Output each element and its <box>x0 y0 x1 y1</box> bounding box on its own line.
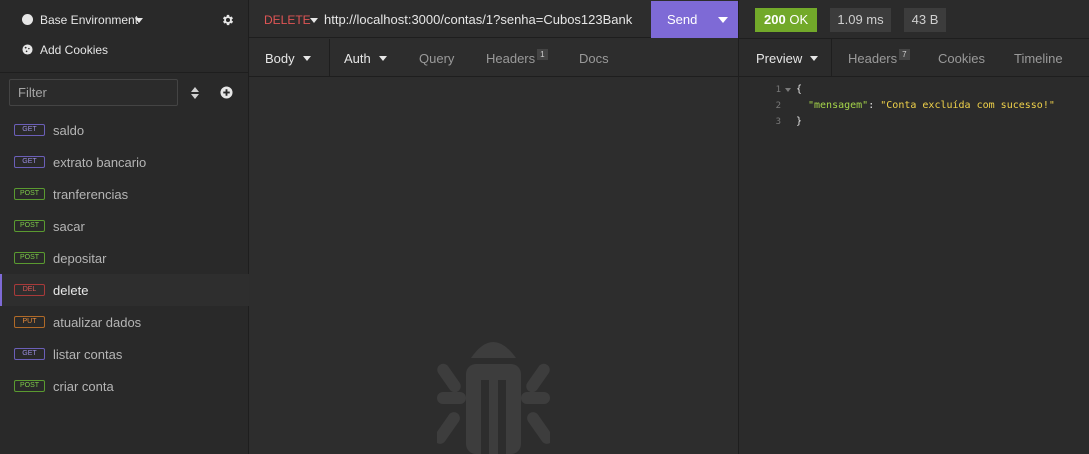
json-key: "mensagem" <box>808 100 869 111</box>
code-line: 3 } <box>739 114 1089 130</box>
status-text: OK <box>789 12 809 27</box>
tab-docs[interactable]: Docs <box>579 51 609 66</box>
tab-headers[interactable]: Headers 1 <box>486 49 548 66</box>
tab-body[interactable]: Body <box>265 51 311 66</box>
json-separator: : <box>868 100 881 111</box>
method-badge: POST <box>14 380 45 392</box>
tab-preview-label: Preview <box>756 51 803 66</box>
sidebar-request-item[interactable]: PUT atualizar dados <box>0 306 249 338</box>
response-size-badge: 43 B <box>904 8 946 32</box>
status-code: 200 <box>764 12 786 27</box>
sidebar-request-item[interactable]: POST tranferencias <box>0 178 249 210</box>
tab-response-headers[interactable]: Headers 7 <box>848 49 910 66</box>
tab-cookies[interactable]: Cookies <box>938 51 985 66</box>
plus-circle-icon[interactable] <box>220 86 233 99</box>
chevron-down-icon <box>810 56 819 62</box>
send-label: Send <box>667 12 698 27</box>
method-badge: POST <box>14 188 45 200</box>
sidebar-request-item[interactable]: POST criar conta <box>0 370 249 402</box>
line-number: 3 <box>775 117 781 127</box>
sidebar: Base Environment Add Cookies GETsaldoGET… <box>0 0 249 454</box>
request-name: atualizar dados <box>53 314 142 330</box>
environment-label[interactable]: Base Environment <box>40 13 138 27</box>
request-name: depositar <box>53 250 107 266</box>
sidebar-request-item[interactable]: GET saldo <box>0 114 249 146</box>
status-badge: 200 OK <box>755 8 817 32</box>
bug-icon <box>437 342 550 454</box>
response-body-viewer[interactable]: 1 { 2 "mensagem": "Conta excluída com su… <box>739 82 1089 130</box>
method-badge: GET <box>14 156 45 168</box>
url-bar: DELETE http://localhost:3000/contas/1?se… <box>249 0 738 38</box>
line-number: 2 <box>775 101 781 111</box>
sidebar-request-item[interactable]: DEL delete <box>0 274 249 306</box>
sidebar-request-item[interactable]: POST depositar <box>0 242 249 274</box>
tab-divider <box>831 39 832 77</box>
tab-response-headers-label: Headers <box>848 51 898 66</box>
response-pane: 200 OK 1.09 ms 43 B Preview Headers 7 Coo… <box>738 0 1089 454</box>
tab-query[interactable]: Query <box>419 51 454 66</box>
gear-icon[interactable] <box>221 13 235 27</box>
chevron-down-icon[interactable] <box>310 18 318 23</box>
tab-preview[interactable]: Preview <box>756 51 819 66</box>
json-value: "Conta excluída com sucesso!" <box>880 100 1055 111</box>
method-badge: POST <box>14 252 45 264</box>
environment-selector[interactable]: Base Environment <box>0 0 249 40</box>
tab-auth-label: Auth <box>344 51 371 66</box>
send-options-chevron-icon[interactable] <box>718 17 728 23</box>
request-name: sacar <box>53 218 85 234</box>
request-name: delete <box>53 282 89 298</box>
response-tabs: Preview Headers 7 Cookies Timeline <box>739 39 1089 77</box>
chevron-down-icon <box>302 56 311 62</box>
json-pair: "mensagem": "Conta excluída com sucesso!… <box>808 98 1055 114</box>
tab-timeline[interactable]: Timeline <box>1014 51 1063 66</box>
tab-divider <box>329 39 330 77</box>
add-cookies-button[interactable]: Add Cookies <box>0 40 249 62</box>
code-line: 1 { <box>739 82 1089 98</box>
add-cookies-label: Add Cookies <box>40 43 109 57</box>
sidebar-request-item[interactable]: GET extrato bancario <box>0 146 249 178</box>
json-brace-close: } <box>796 116 803 127</box>
json-brace-open: { <box>796 84 803 95</box>
sort-icon[interactable] <box>190 86 200 100</box>
response-meta-bar: 200 OK 1.09 ms 43 B <box>739 0 1089 39</box>
tab-auth[interactable]: Auth <box>344 51 387 66</box>
sidebar-divider <box>0 72 249 73</box>
method-badge: PUT <box>14 316 45 328</box>
request-name: listar contas <box>53 346 123 362</box>
cookie-icon <box>22 44 33 55</box>
line-number: 1 <box>775 85 781 95</box>
request-name: criar conta <box>53 378 114 394</box>
fold-arrow-icon[interactable] <box>785 88 791 92</box>
headers-count-badge: 1 <box>537 49 548 60</box>
send-button[interactable]: Send <box>651 1 738 38</box>
method-badge: DEL <box>14 284 45 296</box>
tab-headers-label: Headers <box>486 51 536 66</box>
method-badge: GET <box>14 348 45 360</box>
chevron-down-icon <box>378 56 387 62</box>
method-badge: POST <box>14 220 45 232</box>
environment-color-dot <box>22 14 33 25</box>
request-name: saldo <box>53 122 85 138</box>
filter-input[interactable] <box>10 80 177 105</box>
code-line: 2 "mensagem": "Conta excluída com sucess… <box>739 98 1089 114</box>
request-tabs: Body Auth Query Headers 1 Docs <box>249 39 738 77</box>
request-name: tranferencias <box>53 186 129 202</box>
sidebar-request-item[interactable]: GET listar contas <box>0 338 249 370</box>
request-name: extrato bancario <box>53 154 147 170</box>
tab-body-label: Body <box>265 51 295 66</box>
filter-field[interactable] <box>9 79 178 106</box>
request-pane: DELETE http://localhost:3000/contas/1?se… <box>249 0 738 454</box>
response-time-badge: 1.09 ms <box>830 8 891 32</box>
chevron-down-icon[interactable] <box>135 18 143 23</box>
request-list: GET saldo GET extrato bancario POST tranferen… <box>0 114 249 402</box>
sidebar-request-item[interactable]: POST sacar <box>0 210 249 242</box>
url-input[interactable]: http://localhost:3000/contas/1?senha=Cub… <box>324 12 632 27</box>
method-selector[interactable]: DELETE <box>264 13 311 27</box>
response-headers-count-badge: 7 <box>899 49 910 60</box>
method-badge: GET <box>14 124 45 136</box>
